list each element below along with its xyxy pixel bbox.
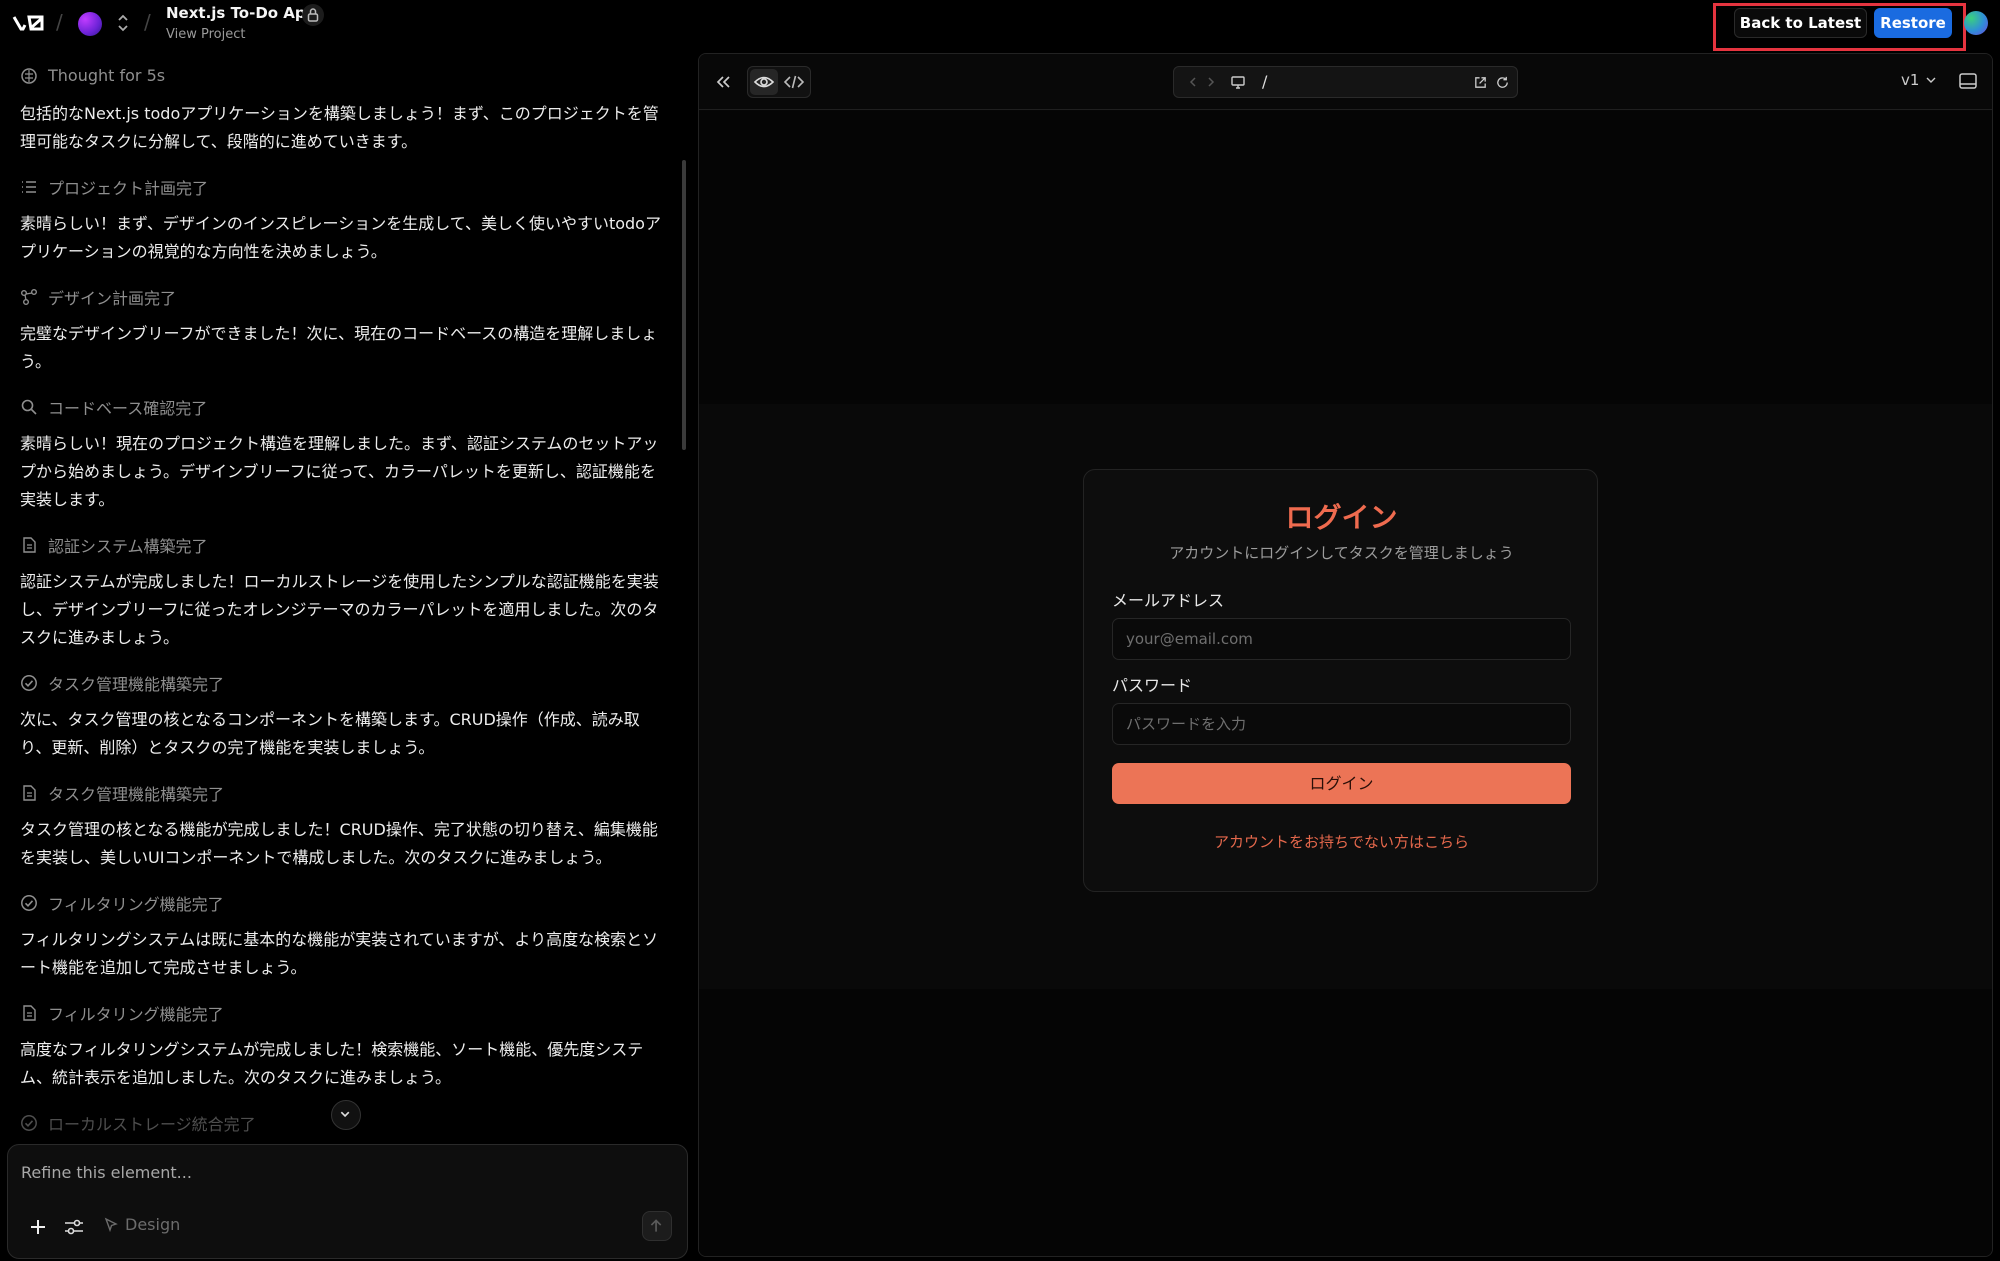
step-filtering[interactable]: フィルタリング機能完了 xyxy=(20,891,664,915)
step-codebase-check[interactable]: コードベース確認完了 xyxy=(20,395,664,419)
file-icon xyxy=(23,537,36,553)
cursor-icon xyxy=(104,1217,118,1232)
step-label: ローカルストレージ統合完了 xyxy=(48,1115,256,1134)
back-arrow-icon[interactable] xyxy=(1186,75,1200,89)
step-label: 認証システム構築完了 xyxy=(48,537,208,556)
step-label: プロジェクト計画完了 xyxy=(48,179,209,198)
chat-scrollbar[interactable] xyxy=(682,160,686,450)
thought-status[interactable]: Thought for 5s xyxy=(20,66,664,85)
design-label: Design xyxy=(125,1215,181,1234)
chevron-down-icon xyxy=(1926,77,1936,83)
step-design-plan[interactable]: デザイン計画完了 xyxy=(20,285,664,309)
step-task-management[interactable]: タスク管理機能構築完了 xyxy=(20,671,664,695)
step-label: コードベース確認完了 xyxy=(48,399,208,418)
step-label: タスク管理機能構築完了 xyxy=(48,785,225,804)
restore-button[interactable]: Restore xyxy=(1874,8,1952,38)
view-project-link[interactable]: View Project xyxy=(166,27,245,42)
refresh-icon[interactable] xyxy=(1495,75,1510,90)
step-label: フィルタリング機能完了 xyxy=(48,895,224,914)
file-icon xyxy=(23,785,36,801)
view-mode-toggle xyxy=(747,66,811,98)
preview-toolbar: / v1 xyxy=(699,54,1992,110)
back-to-latest-button[interactable]: Back to Latest xyxy=(1734,8,1867,38)
chevron-updown-icon[interactable] xyxy=(116,13,130,33)
step-auth-system[interactable]: 認証システム構築完了 xyxy=(20,533,664,557)
step-label: デザイン計画完了 xyxy=(48,289,177,308)
lock-icon[interactable] xyxy=(302,4,324,26)
step-filtering-file[interactable]: フィルタリング機能完了 xyxy=(20,1001,664,1025)
chat-message: 包括的なNext.js todoアプリケーションを構築しましょう！まず、このプロ… xyxy=(20,104,659,151)
panel-toggle-icon[interactable] xyxy=(1958,71,1978,91)
chat-message: フィルタリングシステムは既に基本的な機能が実装されていますが、より高度な検索とソ… xyxy=(20,930,659,977)
composer: Refine this element... Design xyxy=(7,1144,688,1259)
chat-message: 認証システムが完成しました！ローカルストレージを使用したシンプルな認証機能を実装… xyxy=(20,572,659,647)
step-project-plan[interactable]: プロジェクト計画完了 xyxy=(20,175,664,199)
check-circle-icon xyxy=(21,895,37,911)
chat-message: 次に、タスク管理の核となるコンポーネントを構築します。CRUD操作（作成、読み取… xyxy=(20,710,640,757)
login-button[interactable]: ログイン xyxy=(1112,763,1571,804)
top-bar: / / Next.js To-Do App View Project Back … xyxy=(0,0,2000,51)
v0-logo-icon[interactable] xyxy=(12,12,46,34)
password-field[interactable] xyxy=(1112,703,1571,745)
url-path[interactable]: / xyxy=(1262,72,1267,91)
eye-icon xyxy=(753,76,775,88)
check-circle-icon xyxy=(21,1115,37,1131)
list-icon xyxy=(22,181,36,193)
file-icon xyxy=(23,1005,36,1021)
signup-link[interactable]: アカウントをお持ちでない方はこちら xyxy=(1084,831,1599,852)
version-select[interactable]: v1 xyxy=(1901,71,1937,89)
step-task-management-file[interactable]: タスク管理機能構築完了 xyxy=(20,781,664,805)
email-label: メールアドレス xyxy=(1112,591,1225,610)
check-circle-icon xyxy=(21,675,37,691)
collapse-left-icon[interactable] xyxy=(713,72,733,92)
chat-message: タスク管理の核となる機能が完成しました！CRUD操作、完了状態の切り替え、編集機… xyxy=(20,820,658,867)
chat-message: 素晴らしい！まず、デザインのインスピレーションを生成して、美しく使いやすいtod… xyxy=(20,214,661,261)
team-avatar[interactable] xyxy=(78,12,102,36)
chat-message: 完璧なデザインブリーフができました！次に、現在のコードベースの構造を理解しましょ… xyxy=(20,324,658,371)
project-title[interactable]: Next.js To-Do App xyxy=(166,4,316,22)
desktop-icon[interactable] xyxy=(1230,74,1246,90)
brain-icon xyxy=(21,67,37,84)
scroll-to-bottom-button[interactable] xyxy=(331,1100,361,1130)
chat-message: 素晴らしい！現在のプロジェクト構造を理解しました。まず、認証システムのセットアッ… xyxy=(20,434,659,509)
design-mode-button[interactable]: Design xyxy=(103,1215,180,1234)
open-external-icon[interactable] xyxy=(1473,75,1488,90)
forward-arrow-icon[interactable] xyxy=(1204,75,1218,89)
refine-input[interactable]: Refine this element... xyxy=(21,1163,192,1182)
login-card: ログイン アカウントにログインしてタスクを管理しましょう メールアドレス パスワ… xyxy=(1083,469,1598,892)
email-field[interactable] xyxy=(1112,618,1571,660)
send-button[interactable] xyxy=(642,1211,672,1241)
user-avatar[interactable] xyxy=(1964,11,1988,35)
plus-icon[interactable] xyxy=(28,1217,48,1237)
breadcrumb-separator: / xyxy=(56,10,63,34)
thought-label: Thought for 5s xyxy=(48,66,166,85)
login-title: ログイン xyxy=(1285,501,1398,534)
preview-tab[interactable] xyxy=(750,69,778,95)
version-label: v1 xyxy=(1901,71,1920,89)
login-subtitle: アカウントにログインしてタスクを管理しましょう xyxy=(1169,544,1514,562)
step-label: フィルタリング機能完了 xyxy=(48,1005,224,1024)
design-nodes-icon xyxy=(21,289,37,305)
chat-message: 高度なフィルタリングシステムが完成しました！検索機能、ソート機能、優先度システム… xyxy=(20,1040,644,1087)
search-icon xyxy=(21,399,37,415)
url-bar[interactable]: / xyxy=(1173,66,1518,98)
step-label: タスク管理機能構築完了 xyxy=(48,675,225,694)
preview-panel: / v1 ログイン アカウントにログインしてタスクを管理しましょう メールアドレ… xyxy=(698,53,1993,1257)
chat-panel: Thought for 5s 包括的なNext.js todoアプリケーションを… xyxy=(0,56,680,1136)
password-label: パスワード xyxy=(1112,676,1193,695)
sliders-icon[interactable] xyxy=(63,1217,85,1237)
breadcrumb-separator: / xyxy=(144,10,151,34)
arrow-up-icon xyxy=(650,1219,662,1232)
code-tab[interactable] xyxy=(780,69,808,95)
code-icon xyxy=(783,75,805,89)
chevron-down-icon xyxy=(340,1111,350,1118)
